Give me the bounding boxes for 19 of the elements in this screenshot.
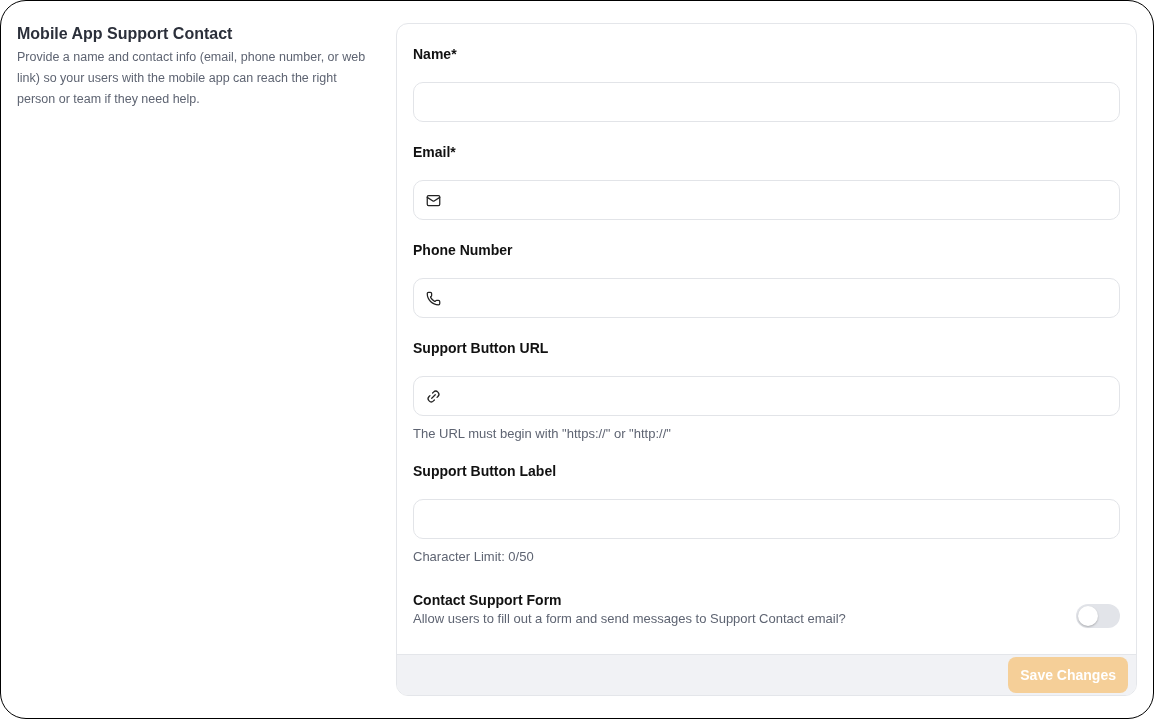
field-label: Support Button URL [413,339,550,358]
toggle-description: Allow users to fill out a form and send messages to Support Contact email? [413,611,846,626]
helper-text: The URL must begin with "https://" or "http://" [413,426,672,441]
section-title: Mobile App Support Contact [17,25,234,43]
toggle-switch[interactable] [1076,604,1120,628]
field-label: Email* [413,143,457,162]
input-field[interactable] [413,278,1120,318]
field-label: Support Button Label [413,462,558,481]
input-field[interactable] [413,180,1120,220]
mail-icon [426,192,441,208]
input-field[interactable] [413,499,1120,539]
field-label: Name* [413,45,458,64]
field-label: Phone Number [413,241,514,260]
section-description: Provide a name and contact info (email, phone number, or web link) so your users with the mobile app can reach the right person or team if they need help. [17,49,367,108]
helper-text: Character Limit: 0/50 [413,549,535,564]
input-field[interactable] [413,376,1120,416]
toggle-label: Contact Support Form [413,592,563,608]
input-field[interactable] [413,82,1120,122]
phone-icon [426,290,441,306]
